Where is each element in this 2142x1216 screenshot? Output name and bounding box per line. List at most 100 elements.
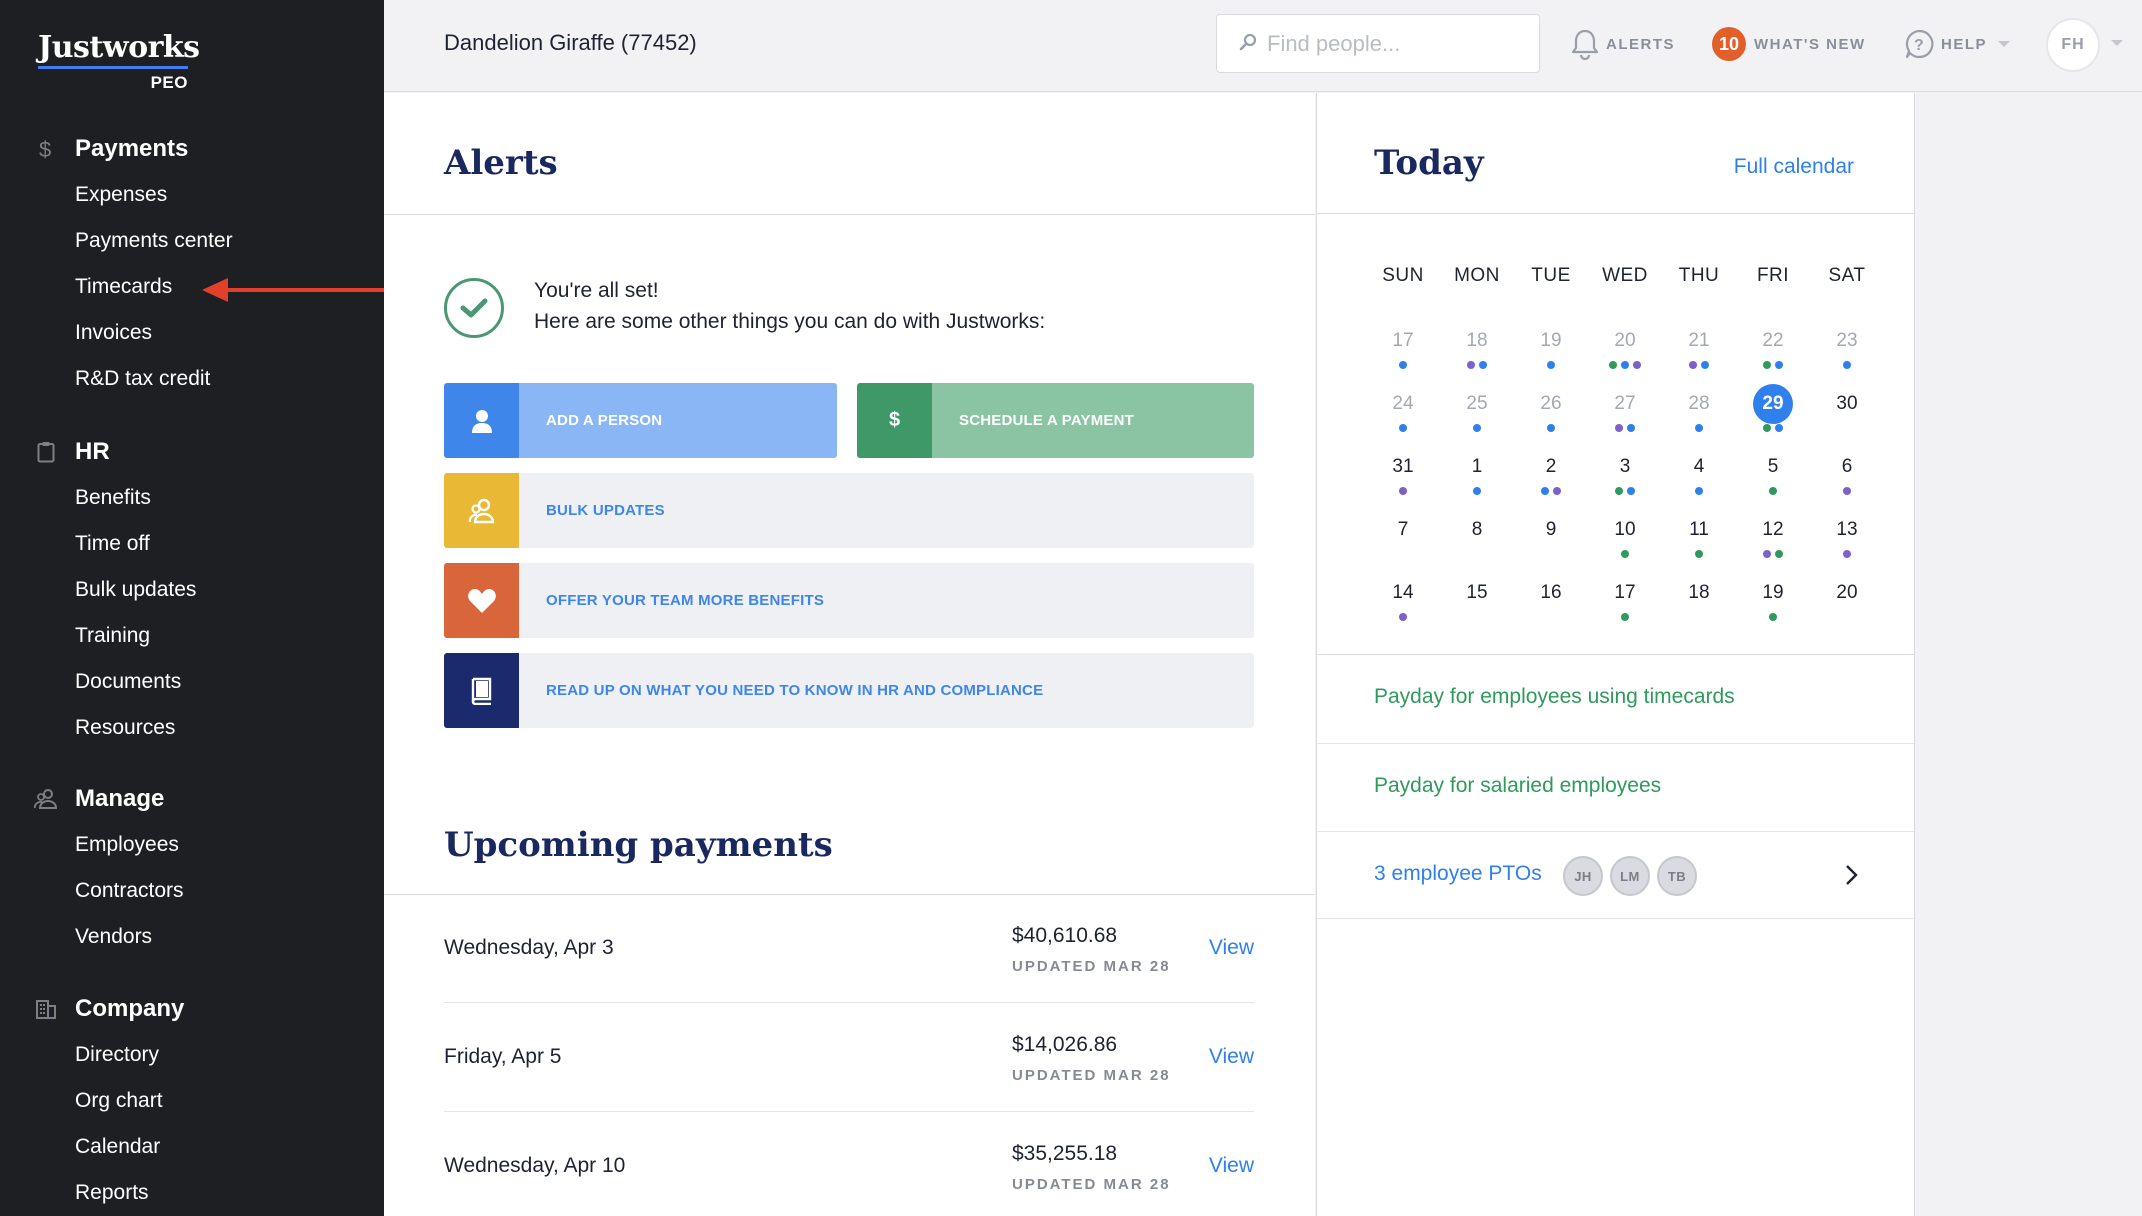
view-payment-link[interactable]: View (1209, 1154, 1254, 1178)
calendar-day[interactable]: 6 (1810, 447, 1884, 509)
date-number: 3 (1619, 456, 1631, 477)
calendar-day[interactable]: 9 (1514, 510, 1588, 572)
nav-item-time-off[interactable]: Time off (0, 521, 384, 567)
calendar-day[interactable]: 25 (1440, 384, 1514, 446)
nav-item-documents[interactable]: Documents (0, 659, 384, 705)
calendar-event[interactable]: Payday for employees using timecards (1317, 655, 1914, 743)
calendar-day[interactable]: 16 (1514, 573, 1588, 635)
justworks-logo[interactable]: Justworks PEO (38, 30, 200, 93)
nav-item-rd-tax-credit[interactable]: R&D tax credit (0, 356, 384, 402)
calendar-day[interactable]: 12 (1736, 510, 1810, 572)
help-button[interactable]: ? HELP (1903, 24, 2011, 64)
calendar-day[interactable]: 7 (1366, 510, 1440, 572)
calendar-day[interactable]: 18 (1440, 321, 1514, 383)
event-dot (1547, 361, 1555, 369)
calendar-day[interactable]: 28 (1662, 384, 1736, 446)
nav-item-employees[interactable]: Employees (0, 822, 384, 868)
bulk-updates-label: BULK UPDATES (519, 473, 1254, 548)
bulk-updates-button[interactable]: BULK UPDATES (444, 473, 1254, 548)
event-dot (1627, 424, 1635, 432)
nav-item-invoices[interactable]: Invoices (0, 310, 384, 356)
pto-event[interactable]: 3 employee PTOs JH LM TB (1317, 831, 1914, 919)
event-dot (1843, 550, 1851, 558)
event-dot (1553, 487, 1561, 495)
calendar-day[interactable]: 23 (1810, 321, 1884, 383)
calendar-day[interactable]: 8 (1440, 510, 1514, 572)
calendar-day[interactable]: 22 (1736, 321, 1810, 383)
calendar-day[interactable]: 11 (1662, 510, 1736, 572)
nav-item-payments-center[interactable]: Payments center (0, 218, 384, 264)
nav-item-org-chart[interactable]: Org chart (0, 1078, 384, 1124)
search-input[interactable] (1267, 29, 1527, 59)
event-dots (1588, 361, 1662, 369)
calendar-day[interactable]: 26 (1514, 384, 1588, 446)
full-calendar-link[interactable]: Full calendar (1734, 155, 1854, 179)
nav-item-resources[interactable]: Resources (0, 705, 384, 751)
date-number: 28 (1688, 393, 1710, 414)
calendar-day[interactable]: 31 (1366, 447, 1440, 509)
nav-item-contractors[interactable]: Contractors (0, 868, 384, 914)
offer-benefits-label: OFFER YOUR TEAM MORE BENEFITS (519, 563, 1254, 638)
nav-item-vendors[interactable]: Vendors (0, 914, 384, 960)
nav-head-manage[interactable]: Manage (0, 776, 384, 822)
calendar-day[interactable]: 30 (1810, 384, 1884, 446)
nav-head-payments[interactable]: $ Payments (0, 126, 384, 172)
nav-item-calendar[interactable]: Calendar (0, 1124, 384, 1170)
event-dot (1695, 424, 1703, 432)
alerts-button[interactable]: ALERTS (1570, 24, 1675, 64)
event-dot (1775, 361, 1783, 369)
calendar-day[interactable]: 20 (1810, 573, 1884, 635)
weekday-label: TUE (1531, 265, 1571, 286)
calendar-day[interactable]: 2 (1514, 447, 1588, 509)
chevron-down-icon[interactable] (2110, 38, 2124, 48)
chevron-right-icon[interactable] (1844, 864, 1858, 886)
clipboard-icon (34, 440, 58, 464)
calendar-day[interactable]: 17 (1588, 573, 1662, 635)
payment-row: Wednesday, Apr 10 $35,255.18 UPDATED MAR… (444, 1112, 1254, 1216)
today-title: Today (1374, 143, 1484, 183)
calendar-day[interactable]: 3 (1588, 447, 1662, 509)
nav-head-hr[interactable]: HR (0, 429, 384, 475)
calendar-day[interactable]: 15 (1440, 573, 1514, 635)
people-search[interactable] (1216, 14, 1540, 73)
calendar-day[interactable]: 13 (1810, 510, 1884, 572)
nav-item-directory[interactable]: Directory (0, 1032, 384, 1078)
pto-avatar: LM (1610, 856, 1650, 896)
calendar-event[interactable]: Payday for salaried employees (1317, 743, 1914, 831)
calendar-day[interactable]: 5 (1736, 447, 1810, 509)
read-up-button[interactable]: READ UP ON WHAT YOU NEED TO KNOW IN HR A… (444, 653, 1254, 728)
add-person-button[interactable]: ADD A PERSON (444, 383, 837, 458)
nav-head-company[interactable]: Company (0, 986, 384, 1032)
calendar-day[interactable]: 10 (1588, 510, 1662, 572)
calendar-day[interactable]: 21 (1662, 321, 1736, 383)
event-dots (1514, 487, 1588, 495)
event-dots (1662, 487, 1736, 495)
calendar-day[interactable]: 17 (1366, 321, 1440, 383)
view-payment-link[interactable]: View (1209, 1045, 1254, 1069)
offer-benefits-button[interactable]: OFFER YOUR TEAM MORE BENEFITS (444, 563, 1254, 638)
nav-item-expenses[interactable]: Expenses (0, 172, 384, 218)
calendar-day[interactable]: 19 (1514, 321, 1588, 383)
calendar-day[interactable]: 1 (1440, 447, 1514, 509)
sidebar: Justworks PEO $ Payments Expenses Paymen… (0, 0, 384, 1216)
calendar-day[interactable]: 19 (1736, 573, 1810, 635)
calendar-day[interactable]: 14 (1366, 573, 1440, 635)
event-dot (1775, 550, 1783, 558)
calendar-day[interactable]: 29 (1736, 384, 1810, 446)
whats-new-button[interactable]: 10 WHAT'S NEW (1712, 24, 1866, 64)
event-dot (1615, 487, 1623, 495)
calendar-day[interactable]: 18 (1662, 573, 1736, 635)
nav-item-training[interactable]: Training (0, 613, 384, 659)
calendar-day[interactable]: 27 (1588, 384, 1662, 446)
calendar-day[interactable]: 20 (1588, 321, 1662, 383)
date-number: 22 (1762, 330, 1784, 351)
nav-item-reports[interactable]: Reports (0, 1170, 384, 1216)
nav-item-bulk-updates[interactable]: Bulk updates (0, 567, 384, 613)
calendar-day[interactable]: 24 (1366, 384, 1440, 446)
schedule-payment-button[interactable]: $ SCHEDULE A PAYMENT (857, 383, 1254, 458)
user-avatar[interactable]: FH (2046, 18, 2100, 72)
nav-item-benefits[interactable]: Benefits (0, 475, 384, 521)
view-payment-link[interactable]: View (1209, 936, 1254, 960)
event-dots (1440, 424, 1514, 432)
calendar-day[interactable]: 4 (1662, 447, 1736, 509)
